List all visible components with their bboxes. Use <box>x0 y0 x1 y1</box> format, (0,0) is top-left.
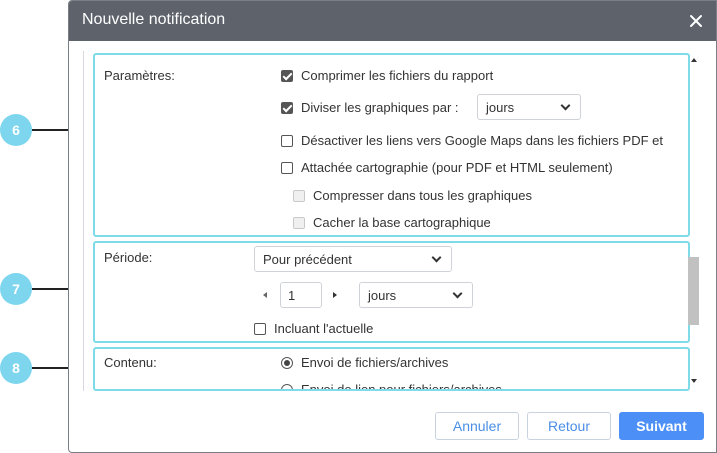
close-icon[interactable] <box>686 11 706 31</box>
period-count-input[interactable]: 1 <box>280 282 322 308</box>
split-row[interactable]: Diviser les graphiques par : <box>281 100 459 115</box>
compress-all-checkbox <box>293 189 305 202</box>
decrement-icon[interactable] <box>263 292 267 298</box>
dialog-title: Nouvelle notification <box>82 11 226 28</box>
content-option-files[interactable]: Envoi de fichiers/archives <box>281 355 448 370</box>
attach-map-checkbox[interactable] <box>281 161 293 174</box>
scrollbar-thumb[interactable] <box>688 257 699 325</box>
compress-label: Comprimer les fichiers du rapport <box>301 68 494 83</box>
hide-base-label: Cacher la base cartographique <box>313 215 491 230</box>
link-option-label: Envoi de lien pour fichiers/archives <box>301 382 502 391</box>
compress-all-row: Compresser dans tous les graphiques <box>293 188 532 203</box>
dialog-header: Nouvelle notification <box>69 1 716 41</box>
disable-links-row[interactable]: Désactiver les liens vers Google Maps da… <box>281 133 663 148</box>
compress-row[interactable]: Comprimer les fichiers du rapport <box>281 68 493 83</box>
attach-map-label: Attachée cartographie (pour PDF et HTML … <box>301 160 613 175</box>
chevron-down-icon <box>431 252 442 262</box>
content-label: Contenu: <box>104 355 157 370</box>
hide-base-row: Cacher la base cartographique <box>293 215 491 230</box>
next-button[interactable]: Suivant <box>619 412 704 440</box>
callout-8: 8 <box>0 352 32 384</box>
include-current-checkbox[interactable] <box>254 322 266 335</box>
chevron-down-icon <box>452 288 463 298</box>
callout-7-label: 7 <box>12 281 20 297</box>
link-radio[interactable] <box>281 383 293 389</box>
parameters-label: Paramètres: <box>104 68 175 83</box>
files-radio[interactable] <box>281 356 293 369</box>
split-label: Diviser les graphiques par : <box>301 100 459 115</box>
compress-all-label: Compresser dans tous les graphiques <box>313 188 532 203</box>
scroll-up-icon[interactable] <box>691 58 697 62</box>
include-current-row[interactable]: Incluant l'actuelle <box>254 321 373 336</box>
section-content: Contenu: Envoi de fichiers/archives Envo… <box>93 347 690 391</box>
disable-links-checkbox[interactable] <box>281 134 293 147</box>
period-type-value: Pour précédent <box>263 251 352 267</box>
chevron-down-icon <box>560 100 571 110</box>
section-parameters: Paramètres: Comprimer les fichiers du ra… <box>93 53 690 237</box>
split-unit-select[interactable]: jours <box>477 94 581 120</box>
section-period: Période: Pour précédent 1 jours Incluant… <box>93 241 690 343</box>
callout-6-label: 6 <box>12 122 20 138</box>
period-count-value: 1 <box>288 287 296 303</box>
vertical-scrollbar[interactable] <box>688 53 699 387</box>
period-unit-value: jours <box>368 287 397 303</box>
callout-6: 6 <box>0 114 32 146</box>
content-option-link[interactable]: Envoi de lien pour fichiers/archives <box>281 382 502 391</box>
cancel-button[interactable]: Annuler <box>435 412 519 440</box>
scroll-down-icon[interactable] <box>691 379 697 383</box>
callout-7: 7 <box>0 273 32 305</box>
compress-checkbox[interactable] <box>281 69 293 82</box>
back-button[interactable]: Retour <box>527 412 611 440</box>
disable-links-label: Désactiver les liens vers Google Maps da… <box>301 133 663 148</box>
period-unit-select[interactable]: jours <box>359 282 473 308</box>
include-current-label: Incluant l'actuelle <box>274 321 374 336</box>
increment-icon[interactable] <box>333 292 337 298</box>
notification-dialog: Nouvelle notification Paramètres: Compri… <box>68 0 717 453</box>
hide-base-checkbox <box>293 216 305 229</box>
period-type-select[interactable]: Pour précédent <box>254 246 452 272</box>
callout-8-label: 8 <box>12 360 20 376</box>
split-unit-value: jours <box>486 99 515 115</box>
files-option-label: Envoi de fichiers/archives <box>301 355 449 370</box>
split-checkbox[interactable] <box>281 101 293 114</box>
period-label: Période: <box>104 250 153 265</box>
attach-map-row[interactable]: Attachée cartographie (pour PDF et HTML … <box>281 160 613 175</box>
